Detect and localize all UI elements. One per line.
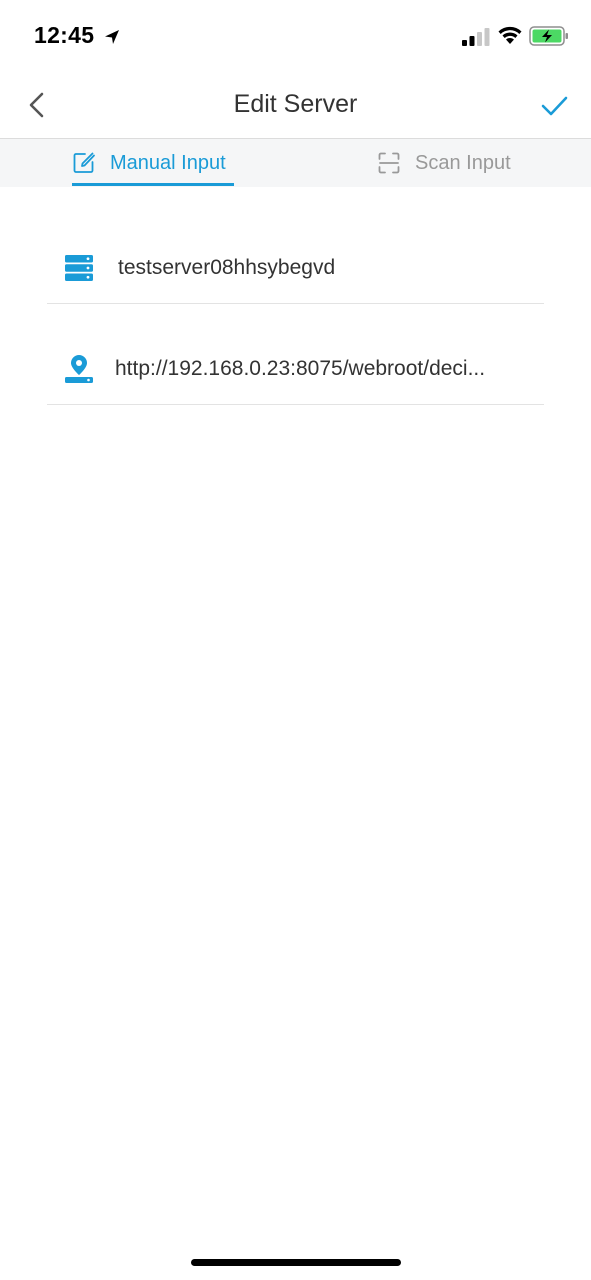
navigation-bar: Edit Server (0, 72, 591, 139)
location-arrow-icon (105, 30, 119, 44)
cellular-signal-icon (462, 28, 490, 46)
server-icon (65, 255, 93, 281)
server-url-input[interactable] (115, 357, 550, 381)
status-time: 12:45 (34, 22, 95, 48)
confirm-checkmark-button[interactable] (536, 88, 572, 124)
server-name-row (47, 220, 544, 304)
page-title: Edit Server (233, 90, 358, 118)
wifi-icon (498, 26, 522, 44)
active-tab-indicator (72, 183, 234, 186)
tab-manual-input[interactable]: Manual Input (72, 139, 234, 187)
status-bar: 12:45 (0, 0, 591, 72)
battery-charging-icon (529, 26, 568, 46)
location-pin-icon (65, 355, 93, 383)
home-indicator[interactable] (191, 1259, 401, 1266)
edit-icon (73, 152, 95, 173)
tab-manual-input-label: Manual Input (110, 151, 226, 174)
input-mode-tabs: Manual Input Scan Input (0, 139, 591, 187)
scan-icon (378, 152, 400, 174)
server-name-input[interactable] (118, 256, 542, 280)
server-url-row (47, 320, 550, 405)
edit-server-screen: 12:45 Edit Server Manual Input Scan Inpu… (0, 0, 591, 1280)
tab-scan-input[interactable]: Scan Input (377, 139, 537, 187)
tab-scan-input-label: Scan Input (415, 151, 511, 174)
